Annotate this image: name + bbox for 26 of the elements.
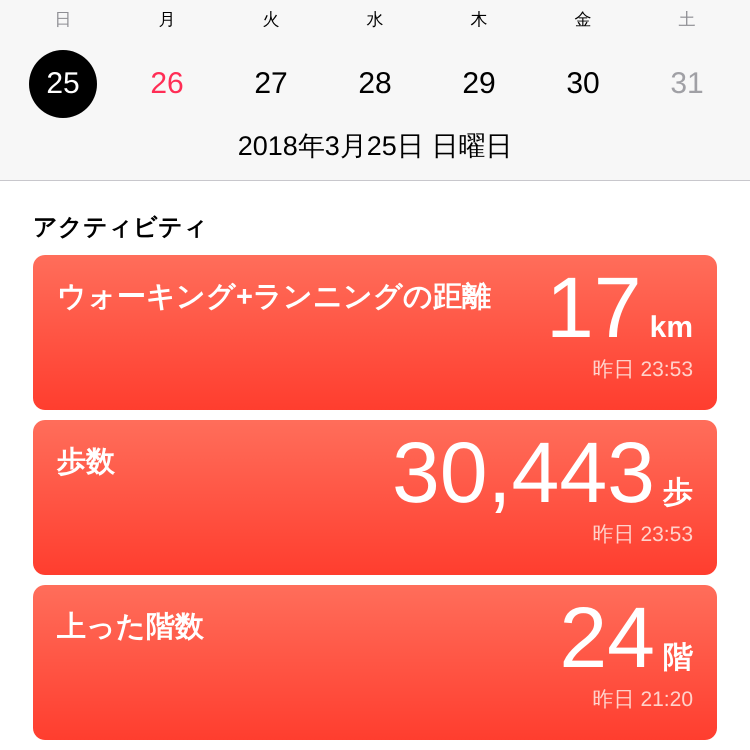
weekday-label: 金	[574, 9, 592, 31]
day-button[interactable]: 29	[445, 50, 513, 118]
section-title: アクティビティ	[33, 213, 209, 243]
weekday-label: 土	[678, 9, 696, 31]
day-button[interactable]: 25	[29, 50, 97, 118]
weekday-label: 月	[158, 9, 176, 31]
metric-value: 30,443	[392, 430, 655, 516]
timestamp: 昨日 21:20	[592, 687, 693, 713]
card-title: ウォーキング+ランニングの距離	[57, 280, 491, 315]
day-button[interactable]: 27	[237, 50, 305, 118]
timestamp: 昨日 23:53	[592, 522, 693, 548]
metric-unit: 階	[663, 640, 693, 676]
metric-unit: 歩	[663, 475, 693, 511]
metric-value: 17	[546, 265, 642, 351]
date-label: 2018年3月25日 日曜日	[236, 130, 514, 163]
metric-unit: km	[650, 311, 693, 345]
card-title: 歩数	[57, 445, 115, 480]
weekday-label: 木	[470, 9, 488, 31]
timestamp: 昨日 23:53	[592, 357, 693, 383]
weekday-label: 火	[262, 9, 280, 31]
metric-value: 24	[559, 595, 655, 681]
card-title: 上った階数	[57, 610, 204, 645]
weekday-label: 日	[54, 9, 72, 31]
day-button[interactable]: 30	[549, 50, 617, 118]
weekday-label: 水	[366, 9, 384, 31]
day-button[interactable]: 28	[341, 50, 409, 118]
